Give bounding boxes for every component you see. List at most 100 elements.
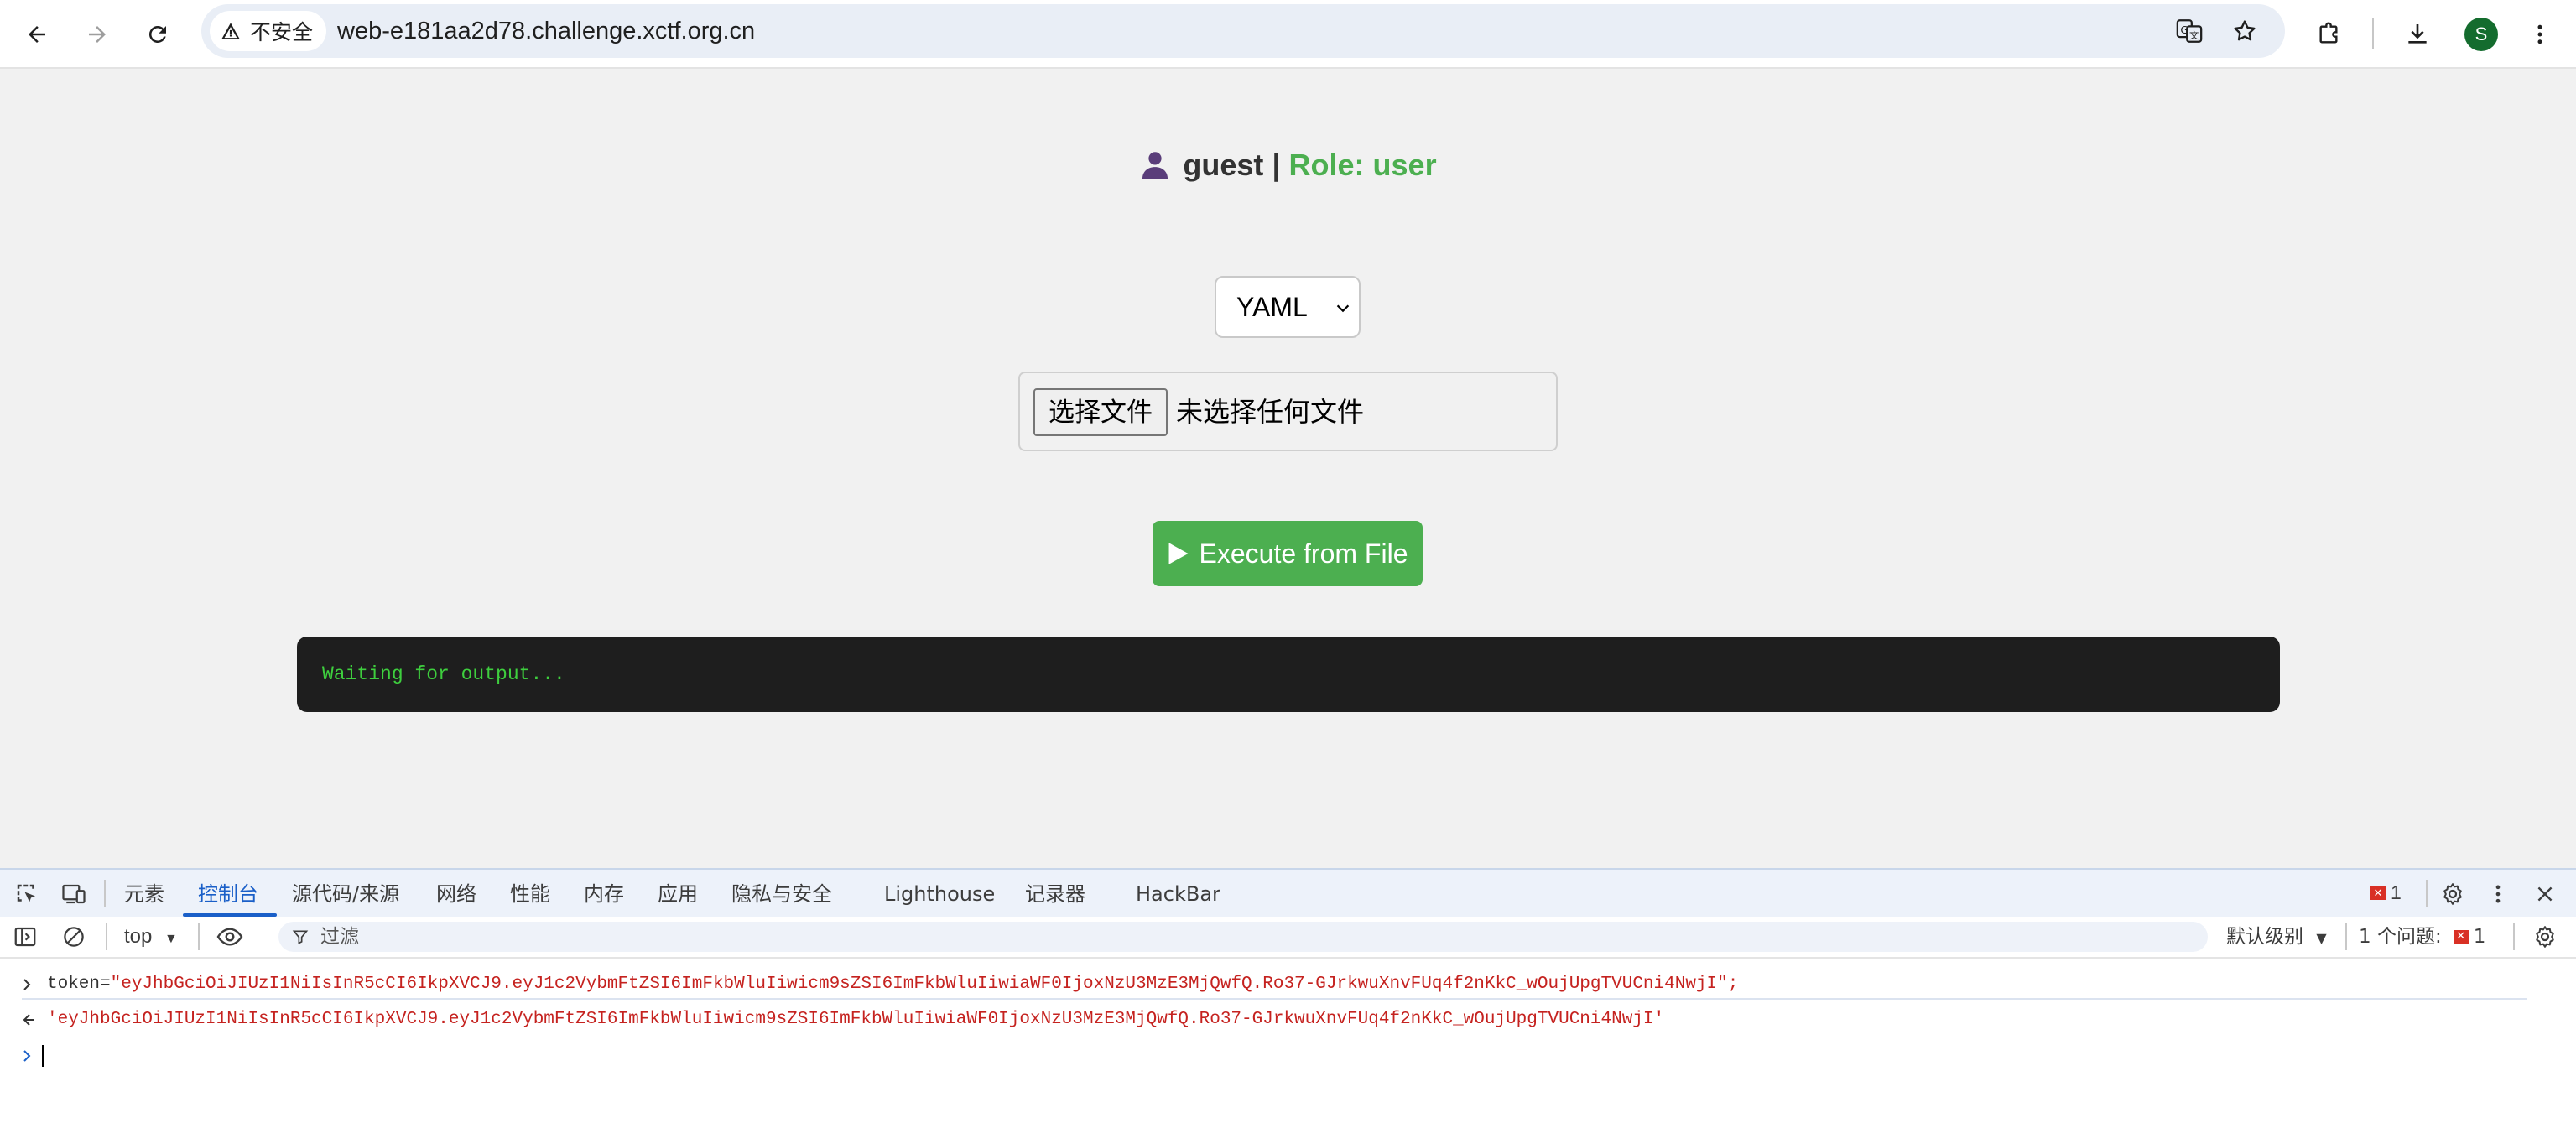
inspect-icon [17, 884, 35, 902]
tab-sources[interactable]: 源代码/来源 [292, 870, 399, 917]
gear-icon [2443, 883, 2462, 905]
chevron-down-icon [1336, 304, 1350, 313]
arrow-right-icon [89, 26, 106, 43]
prompt-chevron-icon [22, 1039, 39, 1073]
device-toolbar-button[interactable] [59, 879, 89, 909]
tab-recorder[interactable]: 记录器 [1025, 870, 1085, 917]
return-arrow-icon [22, 1003, 39, 1037]
security-chip[interactable]: 不安全 [210, 11, 327, 51]
toolbar-divider [2513, 923, 2515, 950]
output-text: Waiting for output... [322, 663, 565, 685]
translate-button[interactable]: G文 [2171, 13, 2208, 49]
forward-button[interactable] [74, 11, 121, 58]
tab-divider [2426, 880, 2428, 907]
context-select[interactable]: top ▼ [124, 917, 178, 957]
file-status-text: 未选择任何文件 [1176, 397, 1365, 427]
filter-icon [292, 930, 309, 944]
context-value: top [124, 925, 153, 948]
reload-icon [148, 25, 166, 43]
toolbar-divider [106, 923, 107, 950]
url-text[interactable]: web-e181aa2d78.challenge.xctf.org.cn [337, 4, 755, 58]
tab-hackbar[interactable]: HackBar [1136, 870, 1220, 917]
close-icon [2537, 886, 2553, 902]
console-settings-button[interactable] [2530, 922, 2560, 952]
console-output-value: 'eyJhbGciOiJIUzI1NiIsInR5cCI6IkpXVCJ9.ey… [47, 1010, 1665, 1029]
tab-console[interactable]: 控制台 [198, 870, 258, 917]
log-level-select[interactable]: 默认级别 ▼ [2226, 917, 2327, 959]
file-input: 选择文件 未选择任何文件 [1018, 372, 1558, 451]
translate-icon: G文 [2176, 19, 2203, 43]
extensions-button[interactable] [2305, 11, 2352, 58]
bookmark-button[interactable] [2226, 13, 2263, 49]
error-icon: ✕ [2370, 886, 2386, 900]
device-icon [62, 884, 86, 904]
kebab-menu-icon [2537, 24, 2542, 44]
tab-memory[interactable]: 内存 [584, 870, 624, 917]
console-input-prefix: token= [47, 975, 111, 994]
block-icon [64, 927, 84, 947]
toolbar-divider [198, 923, 200, 950]
tab-lighthouse[interactable]: Lighthouse [884, 870, 995, 917]
console-input-line: token="eyJhbGciOiJIUzI1NiIsInR5cCI6IkpXV… [0, 968, 2533, 1001]
browser-toolbar: 不安全 web-e181aa2d78.challenge.xctf.org.cn… [0, 0, 2576, 69]
console-output-line: 'eyJhbGciOiJIUzI1NiIsInR5cCI6IkpXVCJ9.ey… [0, 1003, 2533, 1037]
warning-icon [221, 23, 240, 39]
console-input-value: "eyJhbGciOiJIUzI1NiIsInR5cCI6IkpXVCJ9.ey… [110, 975, 1739, 994]
security-label: 不安全 [250, 21, 314, 44]
live-expression-button[interactable] [215, 922, 245, 952]
inspect-element-button[interactable] [12, 879, 42, 909]
tab-privacy-security[interactable]: 隐私与安全 [731, 870, 832, 917]
execute-button-label: Execute from File [1199, 538, 1408, 569]
chevron-right-icon [22, 968, 39, 1001]
profile-avatar[interactable]: S [2464, 18, 2498, 51]
download-icon [2408, 24, 2427, 44]
svg-text:文: 文 [2189, 29, 2199, 41]
address-bar[interactable]: 不安全 web-e181aa2d78.challenge.xctf.org.cn… [201, 4, 2285, 58]
user-separator: | [1272, 148, 1281, 182]
tab-elements[interactable]: 元素 [124, 870, 164, 917]
eye-icon [216, 928, 243, 946]
format-select[interactable]: YAML [1215, 276, 1361, 338]
puzzle-icon [2319, 22, 2338, 44]
tab-performance[interactable]: 性能 [510, 870, 550, 917]
devtools-close-button[interactable] [2530, 879, 2560, 909]
sidebar-icon [14, 927, 36, 947]
console-caret [42, 1045, 44, 1067]
filter-placeholder: 过滤 [320, 926, 359, 948]
devtools-tab-bar: 元素 控制台 源代码/来源 网络 性能 内存 应用 隐私与安全 Lighthou… [0, 870, 2576, 917]
back-button[interactable] [13, 11, 60, 58]
console-divider [22, 998, 2527, 1000]
browser-menu-button[interactable] [2516, 11, 2563, 58]
star-icon [2234, 20, 2256, 41]
toolbar-divider [2372, 18, 2374, 49]
output-panel: Waiting for output... [297, 637, 2280, 712]
console-filter-input[interactable]: 过滤 [278, 922, 2208, 952]
issues-label: 1 个问题: [2359, 926, 2442, 948]
issues-count: 1 [2473, 926, 2486, 948]
user-info: guest | Role: user [0, 148, 2576, 183]
tab-application[interactable]: 应用 [658, 870, 698, 917]
console-prompt[interactable] [0, 1039, 2533, 1073]
toolbar-divider [2345, 923, 2347, 950]
execute-from-file-button[interactable]: Execute from File [1153, 521, 1423, 586]
choose-file-button[interactable]: 选择文件 [1033, 388, 1168, 436]
error-count-badge[interactable]: ✕ 1 [2370, 881, 2402, 904]
issue-error-icon: ✕ [2453, 930, 2469, 944]
play-icon [1168, 543, 1188, 564]
user-icon [1139, 148, 1171, 180]
clear-console-button[interactable] [59, 922, 89, 952]
devtools-menu-button[interactable] [2483, 879, 2513, 909]
reload-button[interactable] [134, 11, 181, 58]
user-role: Role: user [1288, 148, 1437, 182]
issues-button[interactable]: 1 个问题: ✕ 1 [2359, 917, 2485, 957]
dropdown-arrow-icon: ▼ [164, 932, 178, 946]
dropdown-arrow-icon: ▼ [2316, 930, 2327, 946]
kebab-menu-icon [2495, 885, 2501, 903]
downloads-button[interactable] [2394, 11, 2441, 58]
devtools-settings-button[interactable] [2438, 879, 2468, 909]
arrow-left-icon [29, 26, 45, 43]
tab-divider [104, 880, 106, 907]
console-sidebar-toggle[interactable] [10, 922, 40, 952]
tab-network[interactable]: 网络 [436, 870, 476, 917]
username: guest [1183, 148, 1264, 182]
